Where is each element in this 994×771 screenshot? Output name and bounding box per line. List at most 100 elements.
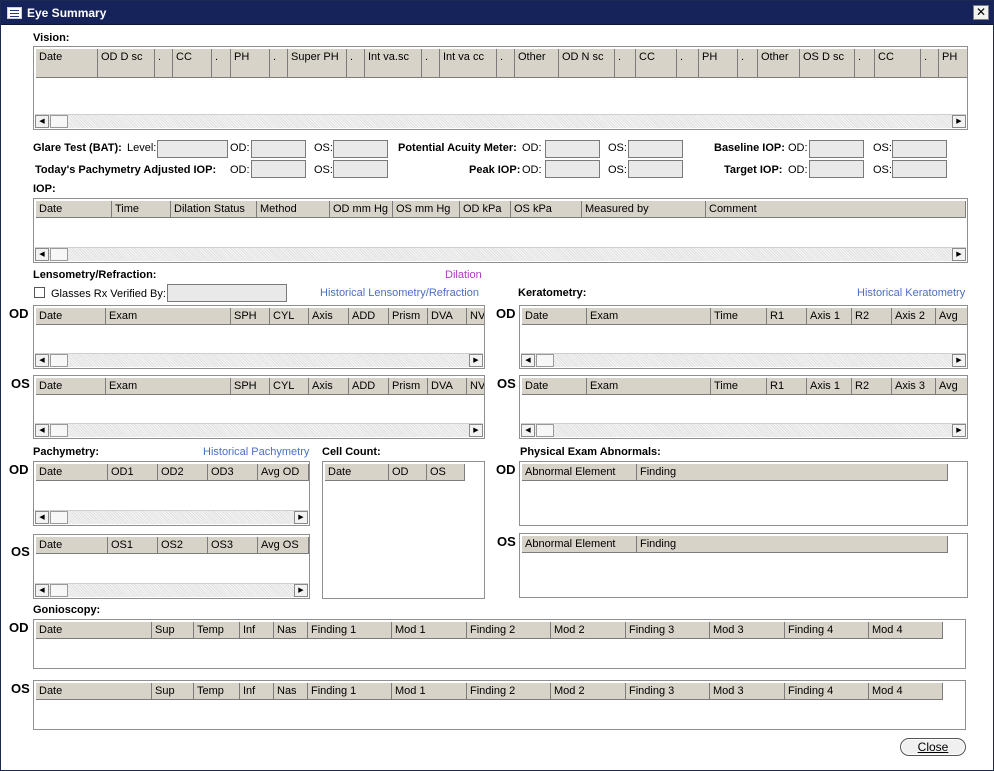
vision-col-od-n-sc[interactable]: OD N sc xyxy=(559,49,615,78)
scroll-right-icon[interactable]: ▶ xyxy=(952,115,966,128)
iop-col-dilation-status[interactable]: Dilation Status xyxy=(171,201,257,218)
iop-col-os-mm-hg[interactable]: OS mm Hg xyxy=(393,201,460,218)
vision-col-ph[interactable]: PH xyxy=(699,49,738,78)
vision-col-ph[interactable]: PH xyxy=(939,49,967,78)
gonio-col-finding-4[interactable]: Finding 4 xyxy=(785,622,869,639)
glasses-rx-verified-field[interactable] xyxy=(167,284,287,302)
pachy-col-date[interactable]: Date xyxy=(36,464,108,481)
pachy-col-od1[interactable]: OD1 xyxy=(108,464,158,481)
glare-level-field[interactable] xyxy=(157,140,228,158)
close-icon[interactable]: ✕ xyxy=(973,5,989,20)
scroll-left-icon[interactable]: ◀ xyxy=(35,584,49,597)
vision-col-sep[interactable]: . xyxy=(422,49,440,78)
vision-col-int-va-cc[interactable]: Int va cc xyxy=(440,49,497,78)
phys-col-abnormal-element[interactable]: Abnormal Element xyxy=(522,464,637,481)
gonio-col-finding-2[interactable]: Finding 2 xyxy=(467,622,551,639)
lens-col-cyl[interactable]: CYL xyxy=(270,378,309,395)
lens-col-exam[interactable]: Exam xyxy=(106,378,231,395)
gonio-col-mod-1[interactable]: Mod 1 xyxy=(392,683,467,700)
gonio-col-mod-3[interactable]: Mod 3 xyxy=(710,683,785,700)
gonio-col-sup[interactable]: Sup xyxy=(152,622,194,639)
gonio-col-mod-4[interactable]: Mod 4 xyxy=(869,683,943,700)
historical-keratometry-link[interactable]: Historical Keratometry xyxy=(857,287,965,299)
historical-pachymetry-link[interactable]: Historical Pachymetry xyxy=(203,446,309,458)
scroll-thumb[interactable] xyxy=(50,354,68,367)
close-button[interactable]: Close xyxy=(900,738,966,756)
scroll-right-icon[interactable]: ▶ xyxy=(952,424,966,437)
vision-col-ph[interactable]: PH xyxy=(231,49,270,78)
vision-col-sep[interactable]: . xyxy=(615,49,636,78)
gonio-col-temp[interactable]: Temp xyxy=(194,622,240,639)
lens-col-date[interactable]: Date xyxy=(36,378,106,395)
lens-col-sph[interactable]: SPH xyxy=(231,308,270,325)
vision-col-super-ph[interactable]: Super PH xyxy=(288,49,347,78)
lens-col-add[interactable]: ADD xyxy=(349,308,389,325)
iop-col-od-mm-hg[interactable]: OD mm Hg xyxy=(330,201,393,218)
scroll-left-icon[interactable]: ◀ xyxy=(521,354,535,367)
vision-col-sep[interactable]: . xyxy=(677,49,699,78)
lens-col-prism[interactable]: Prism xyxy=(389,378,428,395)
lens-col-date[interactable]: Date xyxy=(36,308,106,325)
gonio-col-inf[interactable]: Inf xyxy=(240,683,274,700)
gonio-col-finding-4[interactable]: Finding 4 xyxy=(785,683,869,700)
vision-col-date[interactable]: Date xyxy=(36,49,98,78)
vision-col-other[interactable]: Other xyxy=(515,49,559,78)
scroll-thumb[interactable] xyxy=(50,424,68,437)
scroll-thumb[interactable] xyxy=(536,424,554,437)
pachy-col-od2[interactable]: OD2 xyxy=(158,464,208,481)
baseline-iop-os-field[interactable] xyxy=(892,140,947,158)
phys-col-abnormal-element[interactable]: Abnormal Element xyxy=(522,536,637,553)
cell-col-od[interactable]: OD xyxy=(389,464,427,481)
vision-col-od-d-sc[interactable]: OD D sc xyxy=(98,49,155,78)
keratometry-od-grid[interactable]: Date Exam Time R1 Axis 1 R2 Axis 2 Avg ◀… xyxy=(519,305,968,369)
lens-col-cyl[interactable]: CYL xyxy=(270,308,309,325)
gonio-col-temp[interactable]: Temp xyxy=(194,683,240,700)
pachy-col-avg-os[interactable]: Avg OS xyxy=(258,537,309,554)
dilation-link[interactable]: Dilation xyxy=(445,269,482,281)
kera-col-axis-1[interactable]: Axis 1 xyxy=(807,378,852,395)
pachy-col-date[interactable]: Date xyxy=(36,537,108,554)
pam-os-field[interactable] xyxy=(628,140,683,158)
target-iop-os-field[interactable] xyxy=(892,160,947,178)
scroll-thumb[interactable] xyxy=(50,511,68,524)
iop-scrollbar[interactable]: ◀ ▶ xyxy=(35,247,966,261)
lens-col-sph[interactable]: SPH xyxy=(231,378,270,395)
gonio-col-date[interactable]: Date xyxy=(36,683,152,700)
pam-od-field[interactable] xyxy=(545,140,600,158)
pachy-col-os3[interactable]: OS3 xyxy=(208,537,258,554)
lens-col-dva[interactable]: DVA xyxy=(428,308,467,325)
pachy-col-od3[interactable]: OD3 xyxy=(208,464,258,481)
kera-col-date[interactable]: Date xyxy=(522,378,587,395)
vision-col-int-va-sc[interactable]: Int va.sc xyxy=(365,49,422,78)
gonio-col-finding-1[interactable]: Finding 1 xyxy=(308,622,392,639)
gonio-col-sup[interactable]: Sup xyxy=(152,683,194,700)
vision-grid[interactable]: Date OD D sc . CC . PH . Super PH . Int … xyxy=(33,46,968,130)
vision-col-other[interactable]: Other xyxy=(758,49,800,78)
phys-col-finding[interactable]: Finding xyxy=(637,464,948,481)
iop-grid[interactable]: Date Time Dilation Status Method OD mm H… xyxy=(33,198,968,263)
iop-col-method[interactable]: Method xyxy=(257,201,330,218)
pachymetry-od-scrollbar[interactable]: ◀ ▶ xyxy=(35,510,308,524)
vision-col-sep[interactable]: . xyxy=(921,49,939,78)
iop-col-comment[interactable]: Comment xyxy=(706,201,966,218)
vision-col-os-d-sc[interactable]: OS D sc xyxy=(800,49,855,78)
vision-col-cc[interactable]: CC xyxy=(173,49,212,78)
pachy-col-avg-od[interactable]: Avg OD xyxy=(258,464,309,481)
cell-count-grid[interactable]: Date OD OS xyxy=(322,461,485,599)
vision-col-sep[interactable]: . xyxy=(497,49,515,78)
vision-col-sep[interactable]: . xyxy=(855,49,875,78)
gonioscopy-od-grid[interactable]: Date Sup Temp Inf Nas Finding 1 Mod 1 Fi… xyxy=(33,619,966,669)
vision-col-sep[interactable]: . xyxy=(212,49,231,78)
lensometry-od-grid[interactable]: Date Exam SPH CYL Axis ADD Prism DVA NVA… xyxy=(33,305,485,369)
lens-col-exam[interactable]: Exam xyxy=(106,308,231,325)
lens-col-prism[interactable]: Prism xyxy=(389,308,428,325)
lens-col-axis[interactable]: Axis xyxy=(309,378,349,395)
kera-col-exam[interactable]: Exam xyxy=(587,308,711,325)
keratometry-os-grid[interactable]: Date Exam Time R1 Axis 1 R2 Axis 3 Avg ◀… xyxy=(519,375,968,439)
iop-col-od-kpa[interactable]: OD kPa xyxy=(460,201,511,218)
pachy-col-os1[interactable]: OS1 xyxy=(108,537,158,554)
kera-col-time[interactable]: Time xyxy=(711,308,767,325)
gonio-col-mod-2[interactable]: Mod 2 xyxy=(551,622,626,639)
gonio-col-finding-3[interactable]: Finding 3 xyxy=(626,622,710,639)
iop-col-os-kpa[interactable]: OS kPa xyxy=(511,201,582,218)
